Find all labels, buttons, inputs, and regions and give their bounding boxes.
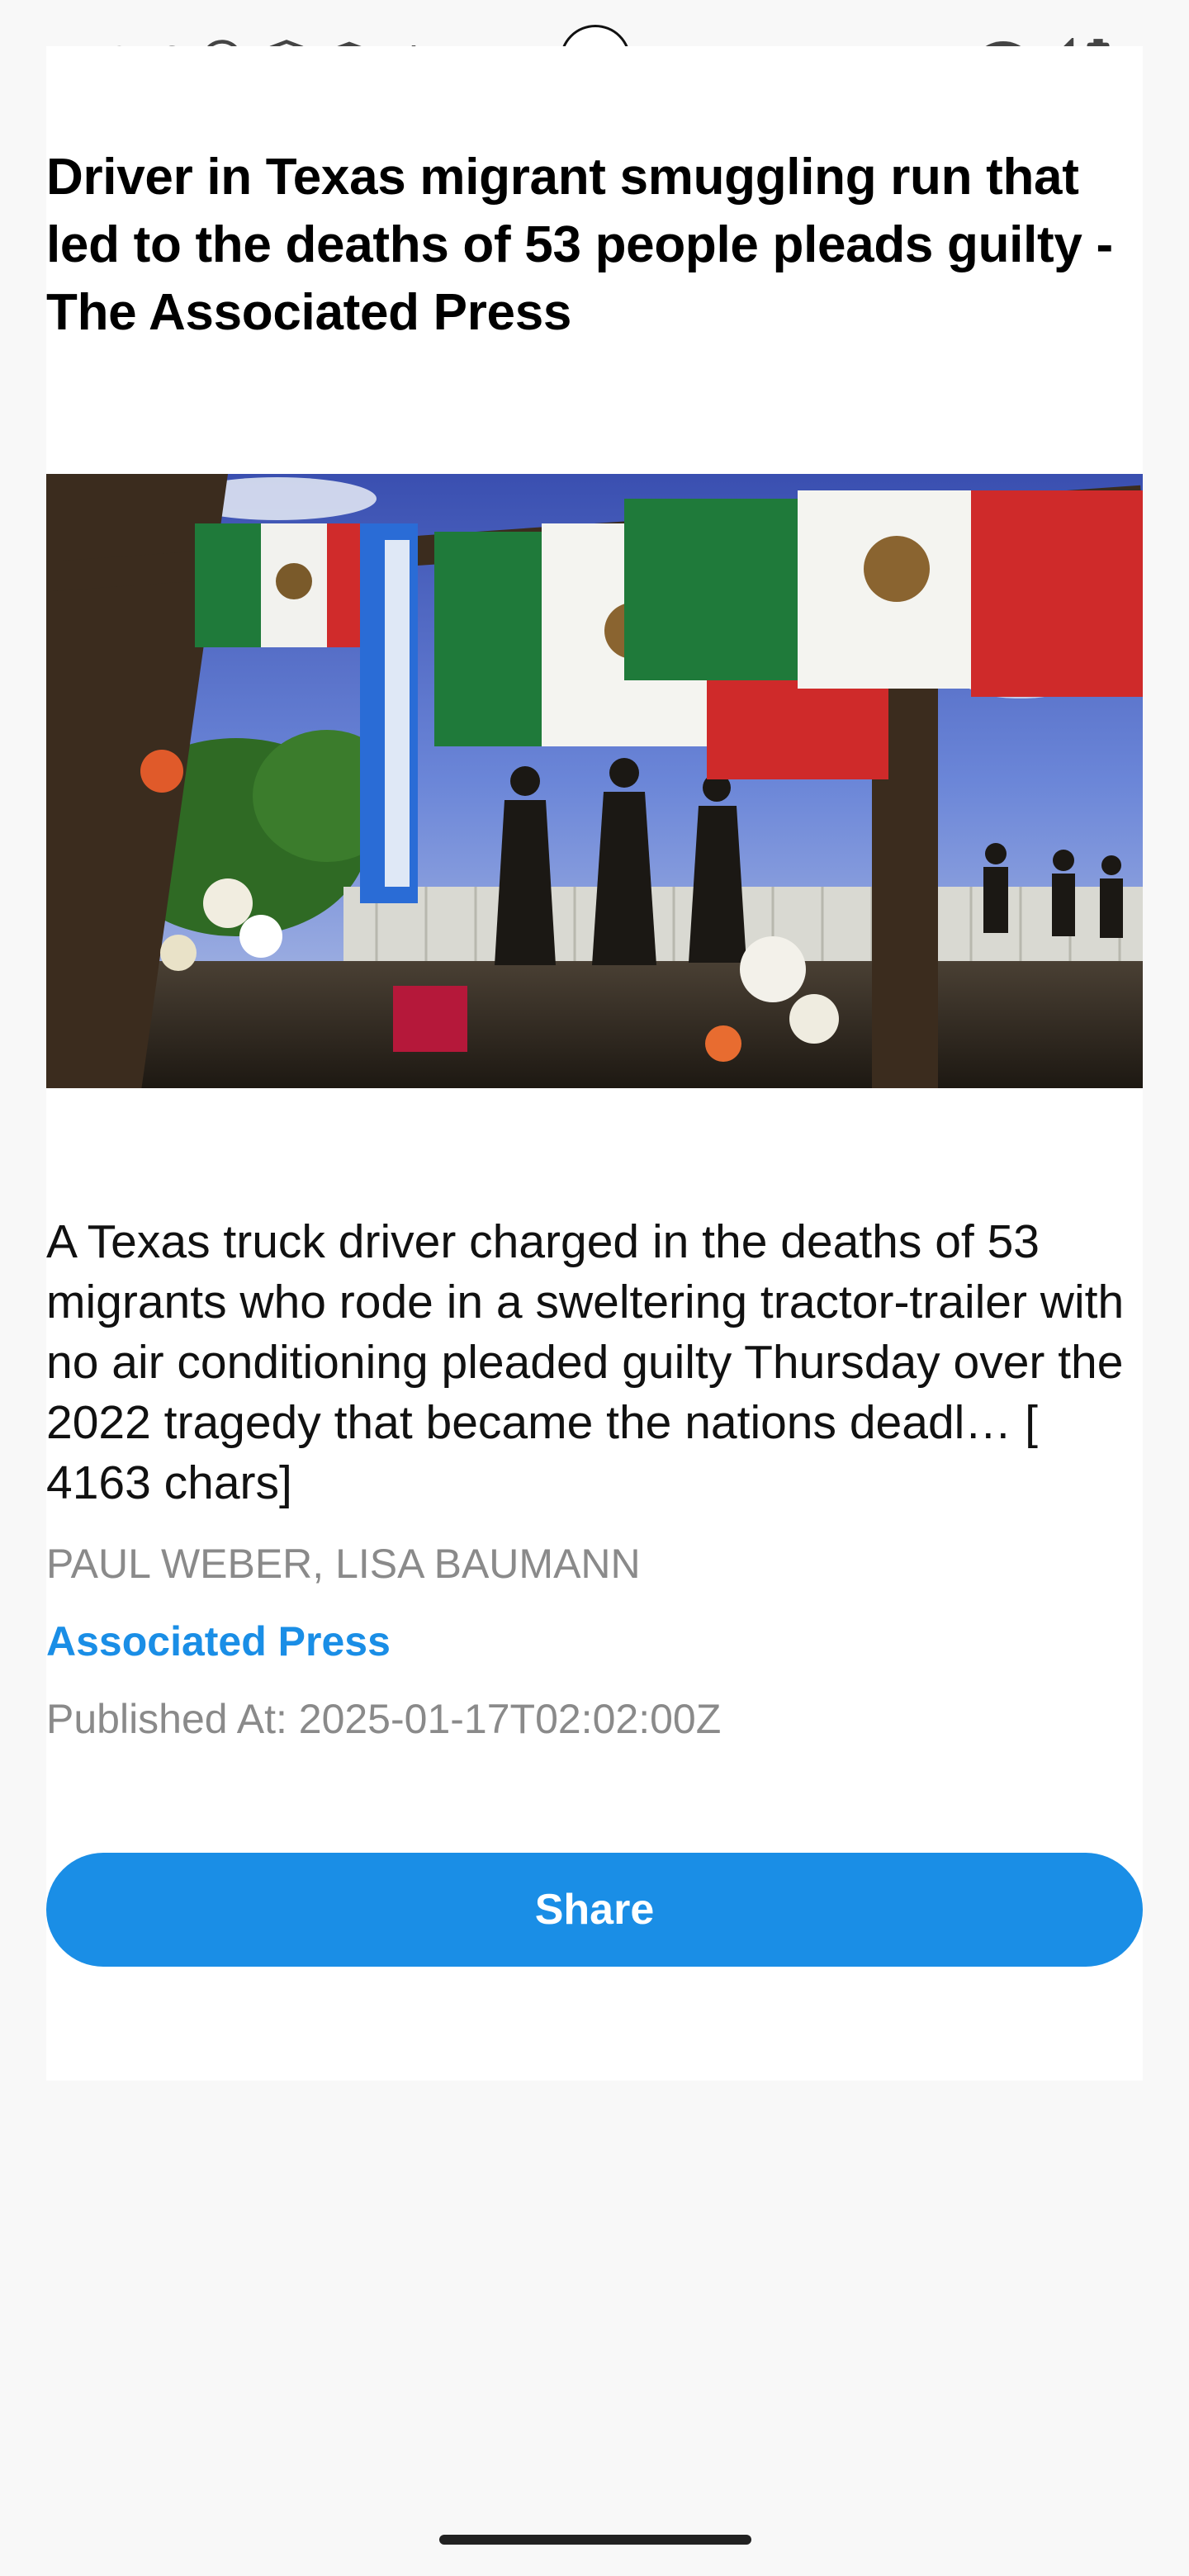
article-title: Driver in Texas migrant smuggling run th…	[46, 149, 1113, 341]
article-source-link[interactable]: Associated Press	[46, 1615, 391, 1668]
article-author: PAUL WEBER, LISA BAUMANN	[46, 1541, 641, 1587]
share-button[interactable]: Share	[46, 1853, 1143, 1967]
article-description: A Texas truck driver charged in the deat…	[46, 1215, 1125, 1509]
article-image	[46, 474, 1143, 1088]
article-published-date: Published At: 2025-01-17T02:02:00Z	[46, 1696, 722, 1742]
home-indicator[interactable]	[439, 2535, 751, 2545]
